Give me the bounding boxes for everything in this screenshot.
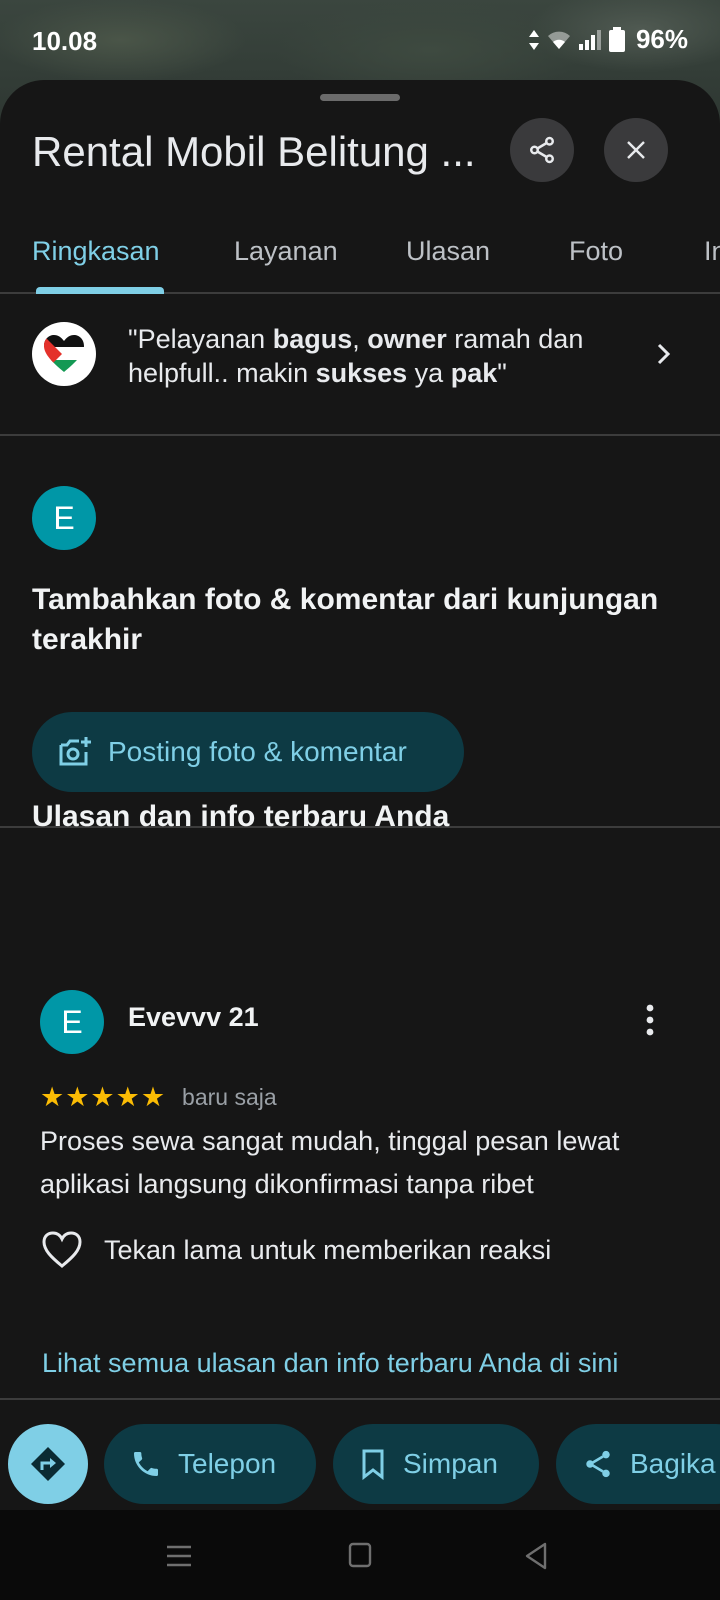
reviewer-avatar: E bbox=[40, 990, 104, 1054]
quote-fragment: " bbox=[497, 358, 507, 388]
share-icon bbox=[586, 1450, 610, 1478]
data-transfer-icon bbox=[528, 29, 539, 50]
share-icon bbox=[530, 136, 554, 164]
signal-icon bbox=[578, 29, 601, 50]
close-icon bbox=[627, 141, 645, 159]
bookmark-icon bbox=[362, 1449, 384, 1480]
heart-outline-icon bbox=[42, 1231, 82, 1268]
palestine-heart-icon bbox=[44, 335, 84, 372]
place-sheet: Rental Mobil Belitung ... Ringkasan Laya… bbox=[0, 80, 720, 1510]
tab-ringkasan[interactable]: Ringkasan bbox=[32, 236, 160, 267]
quote-fragment: "Pelayanan bbox=[128, 324, 273, 354]
add-contribution-section: E Tambahkan foto & komentar dari kunjung… bbox=[0, 438, 720, 828]
star-rating: ★★★★★ bbox=[40, 1082, 167, 1112]
place-title: Rental Mobil Belitung ... bbox=[32, 128, 476, 175]
back-icon[interactable] bbox=[524, 1542, 548, 1570]
quote-fragment: bagus bbox=[272, 324, 353, 354]
tab-layanan[interactable]: Layanan bbox=[234, 236, 338, 267]
save-label: Simpan bbox=[403, 1448, 498, 1479]
tab-foto[interactable]: Foto bbox=[569, 236, 623, 267]
status-bar: 10.08 96% bbox=[0, 0, 720, 80]
review-time: baru saja bbox=[182, 1084, 277, 1110]
see-all-reviews-link[interactable]: Lihat semua ulasan dan info terbaru Anda… bbox=[42, 1348, 618, 1379]
tab-ulasan[interactable]: Ulasan bbox=[406, 236, 490, 267]
post-photo-comment-button[interactable]: Posting foto & komentar bbox=[32, 712, 464, 792]
quote-fragment: ya bbox=[407, 358, 451, 388]
share-place-button[interactable]: Bagika bbox=[556, 1424, 720, 1504]
status-time: 10.08 bbox=[32, 26, 98, 56]
chevron-right-icon bbox=[657, 343, 671, 365]
save-button[interactable]: Simpan bbox=[333, 1424, 539, 1504]
quote-fragment: pak bbox=[450, 358, 498, 388]
user-avatar: E bbox=[32, 486, 96, 550]
review-rating-row: ★★★★★ baru saja bbox=[40, 1082, 277, 1113]
review-highlight-row[interactable]: "Pelayanan bagus, owner ramah dan helpfu… bbox=[0, 296, 720, 436]
quote-fragment: owner bbox=[367, 324, 447, 354]
battery-icon bbox=[608, 26, 625, 52]
directions-icon bbox=[31, 1447, 65, 1481]
wifi-icon bbox=[547, 31, 570, 49]
review-highlight-text: "Pelayanan bagus, owner ramah dan helpfu… bbox=[128, 322, 628, 390]
review-text: Proses sewa sangat mudah, tinggal pesan … bbox=[40, 1126, 620, 1199]
close-button[interactable] bbox=[604, 118, 668, 182]
quote-fragment: sukses bbox=[315, 358, 408, 388]
reviewer-name: Evevvv 21 bbox=[128, 1002, 259, 1032]
call-button[interactable]: Telepon bbox=[104, 1424, 316, 1504]
active-tab-indicator bbox=[36, 287, 164, 294]
add-photo-icon bbox=[59, 737, 91, 766]
add-contribution-heading: Tambahkan foto & komentar dari kunjungan… bbox=[32, 583, 659, 656]
quote-fragment: , bbox=[352, 324, 368, 354]
directions-button[interactable] bbox=[8, 1424, 88, 1504]
drag-handle[interactable] bbox=[320, 94, 400, 101]
divider bbox=[0, 1398, 720, 1400]
battery-percent: 96% bbox=[635, 24, 688, 54]
more-options-icon[interactable] bbox=[640, 1002, 660, 1038]
reaction-hint: Tekan lama untuk memberikan reaksi bbox=[104, 1234, 552, 1265]
call-label: Telepon bbox=[178, 1448, 277, 1479]
post-button-label: Posting foto & komentar bbox=[108, 736, 407, 767]
share-button[interactable] bbox=[510, 118, 574, 182]
reaction-row[interactable]: Tekan lama untuk memberikan reaksi bbox=[40, 1230, 551, 1270]
system-navigation-bar bbox=[0, 1510, 720, 1600]
home-icon[interactable] bbox=[348, 1542, 372, 1568]
recent-reviews-heading: Ulasan dan info terbaru Anda bbox=[32, 800, 450, 833]
phone-icon bbox=[134, 1452, 158, 1476]
reviewer-avatar-heart bbox=[32, 322, 96, 386]
status-icons: 96% bbox=[528, 24, 688, 55]
action-bar: Telepon Simpan Bagika bbox=[0, 1424, 720, 1504]
share-label: Bagika bbox=[630, 1448, 716, 1479]
recent-apps-icon[interactable] bbox=[166, 1544, 192, 1568]
tab-bar: Ringkasan Layanan Ulasan Foto In bbox=[0, 210, 720, 294]
tab-overflow[interactable]: In bbox=[704, 236, 720, 267]
